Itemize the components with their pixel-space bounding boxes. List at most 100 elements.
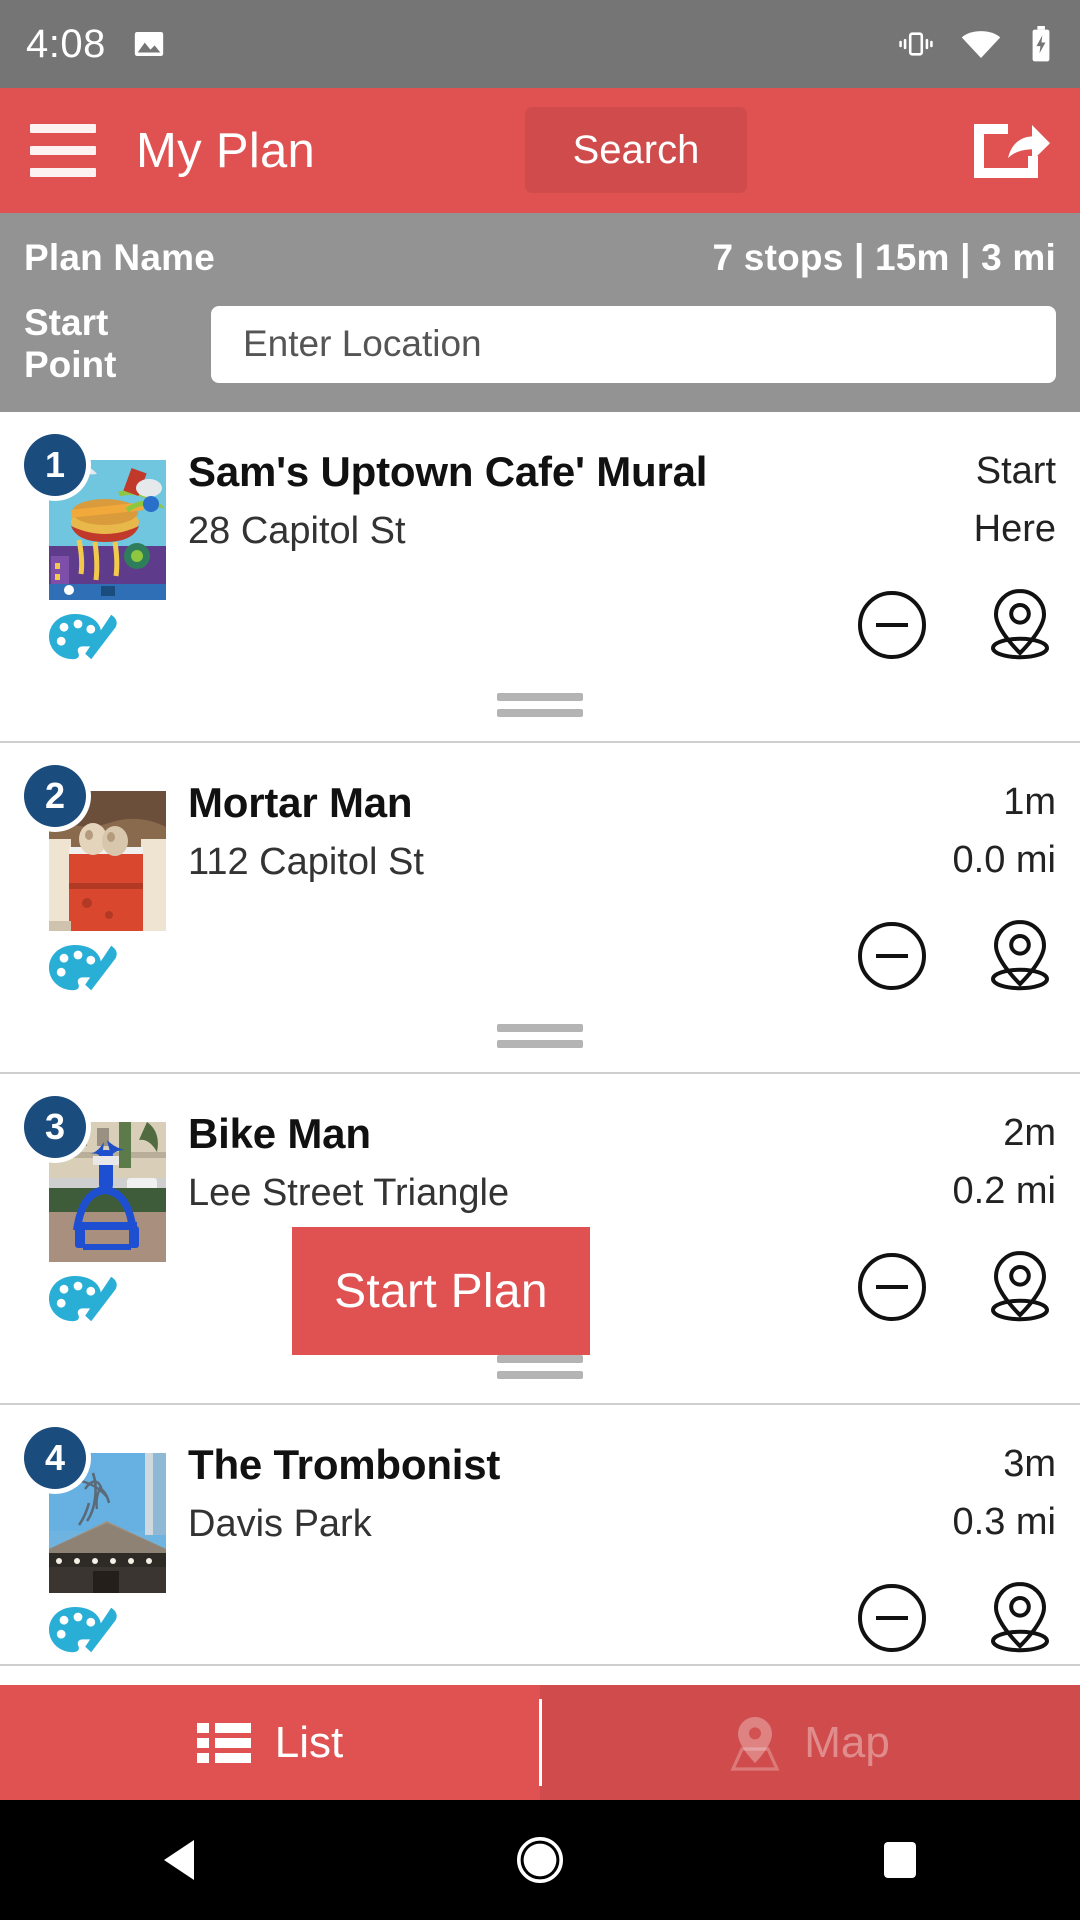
stop-meta-primary: 2m [1003,1112,1056,1154]
drag-bar [497,693,583,701]
map-pin-icon[interactable] [984,918,1056,994]
stop-title: Mortar Man [188,779,413,826]
start-point-input[interactable] [211,305,1056,383]
battery-charging-icon [1032,26,1050,62]
share-button[interactable] [968,118,1052,189]
plan-info-panel: Plan Name 7 stops | 15m | 3 mi Start Poi… [0,213,1080,412]
recents-square-icon [884,1842,916,1878]
palette-icon [49,614,117,660]
drag-handle[interactable] [0,1002,1080,1072]
stop-actions [856,1249,1056,1325]
stop-title: Bike Man [188,1110,371,1157]
stop-thumbnail-column: 3 [24,1096,166,1333]
drag-bar [497,1040,583,1048]
drag-bar [497,1371,583,1379]
stop-number-badge: 1 [24,434,86,496]
start-plan-button[interactable]: Start Plan [292,1227,590,1355]
stop-meta-primary: Start [975,450,1056,492]
stop-list-item[interactable]: 4 The Trombonist Davis Park 3m 0.3 mi [0,1405,1080,1666]
map-pin-icon [730,1716,780,1771]
back-triangle-icon [164,1840,194,1880]
stop-meta-column: 2m 0.2 mi [820,1096,1056,1333]
stop-address: Lee Street Triangle [188,1172,510,1215]
stop-actions [856,587,1056,663]
nav-back-button[interactable] [90,1836,270,1884]
stop-number-badge: 4 [24,1427,86,1489]
minus-circle-icon[interactable] [856,589,928,661]
stop-thumbnail-column: 2 [24,765,166,1002]
stop-meta-secondary: 0.2 mi [952,1169,1056,1212]
stop-address: 28 Capitol St [188,510,406,553]
android-navigation-bar [0,1800,1080,1920]
stop-meta-secondary: Here [973,507,1056,550]
stop-meta-primary: 1m [1003,781,1056,823]
map-pin-icon[interactable] [984,1249,1056,1325]
hamburger-bar [30,124,96,133]
start-point-label: Start Point [24,302,117,385]
stop-list: 1 Sam's Uptown Cafe' Mural 28 Capitol St… [0,412,1080,1666]
stop-meta-primary: 3m [1003,1443,1056,1485]
tab-list-label: List [274,1717,344,1767]
palette-icon [49,945,117,991]
start-point-row: Start Point [24,302,1056,386]
stop-text-column: The Trombonist Davis Park [166,1427,820,1664]
wifi-icon [961,31,1001,58]
stop-text-column: Sam's Uptown Cafe' Mural 28 Capitol St [166,434,820,671]
hamburger-bar [30,168,96,177]
stop-thumbnail-column: 4 [24,1427,166,1664]
hamburger-bar [30,146,96,155]
stop-meta-secondary: 0.3 mi [952,1500,1056,1543]
stop-number-badge: 2 [24,765,86,827]
palette-icon [49,1607,117,1653]
map-pin-icon[interactable] [984,1580,1056,1656]
tab-map[interactable]: Map [540,1685,1080,1800]
start-plan-label: Start Plan [334,1264,548,1318]
stop-text-column: Mortar Man 112 Capitol St [166,765,820,1002]
search-button[interactable]: Search [525,107,747,193]
nav-home-button[interactable] [450,1835,630,1885]
drag-bar [497,1355,583,1363]
stop-address: Davis Park [188,1503,372,1546]
vibrate-icon [899,32,933,56]
drag-handle[interactable] [0,671,1080,741]
stop-content: 1 Sam's Uptown Cafe' Mural 28 Capitol St… [0,412,1080,671]
stop-meta-column: Start Here [820,434,1056,671]
plan-summary-row: Plan Name 7 stops | 15m | 3 mi [24,237,1056,279]
minus-circle-icon[interactable] [856,1582,928,1654]
minus-circle-icon[interactable] [856,920,928,992]
tab-list[interactable]: List [0,1685,540,1800]
stop-meta-secondary: 0.0 mi [952,838,1056,881]
bottom-tab-bar: List Map [0,1685,1080,1800]
palette-icon [49,1276,117,1322]
tab-map-label: Map [804,1717,890,1767]
drag-bar [497,709,583,717]
plan-name-label: Plan Name [24,237,215,278]
status-notification-icons [132,27,166,61]
stop-actions [856,1580,1056,1656]
stop-title: The Trombonist [188,1441,501,1488]
hamburger-menu-icon[interactable] [30,124,96,177]
stop-actions [856,918,1056,994]
stop-content: 2 Mortar Man 112 Capitol St 1m 0.0 mi [0,743,1080,1002]
status-bar: 4:08 [0,0,1080,88]
stop-list-item[interactable]: 2 Mortar Man 112 Capitol St 1m 0.0 mi [0,743,1080,1074]
status-system-icons [898,26,1054,62]
stop-meta-column: 1m 0.0 mi [820,765,1056,1002]
map-pin-icon[interactable] [984,587,1056,663]
stop-address: 112 Capitol St [188,841,424,884]
minus-circle-icon[interactable] [856,1251,928,1323]
plan-stats: 7 stops | 15m | 3 mi [712,237,1056,278]
status-time: 4:08 [26,21,106,66]
stop-list-item[interactable]: 1 Sam's Uptown Cafe' Mural 28 Capitol St… [0,412,1080,743]
search-button-label: Search [572,127,700,172]
stop-meta-column: 3m 0.3 mi [820,1427,1056,1664]
drag-bar [497,1024,583,1032]
share-icon [974,124,1050,178]
nav-recents-button[interactable] [810,1838,990,1882]
page-title: My Plan [136,123,316,178]
tab-divider [539,1699,542,1786]
list-icon [196,1722,251,1763]
image-icon [134,31,164,57]
stop-thumbnail-column: 1 [24,434,166,671]
stop-content: 4 The Trombonist Davis Park 3m 0.3 mi [0,1405,1080,1664]
